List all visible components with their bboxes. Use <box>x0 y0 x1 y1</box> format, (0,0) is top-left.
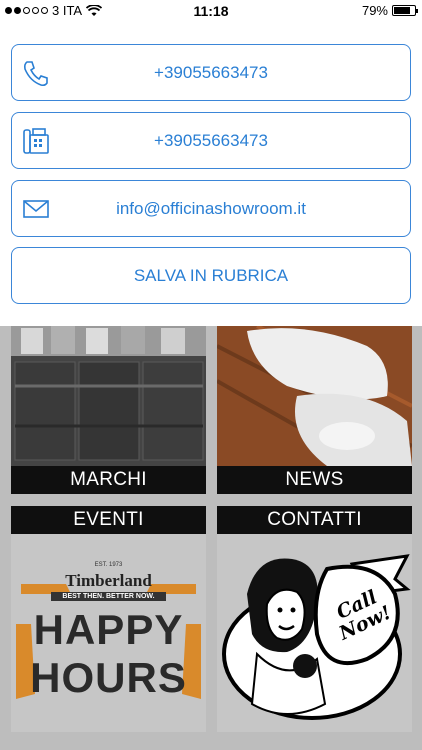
sneakers-photo <box>217 326 412 466</box>
retro-woman-phone <box>222 554 411 720</box>
phone-number: +39055663473 <box>154 62 268 82</box>
phone-button[interactable]: +39055663473 <box>11 44 411 101</box>
timberland-est: EST. 1973 <box>94 562 123 568</box>
trunks-photo <box>11 326 206 466</box>
save-label: SALVA IN RUBRICA <box>133 265 289 285</box>
save-to-contacts-button[interactable]: SALVA IN RUBRICA <box>11 247 411 304</box>
battery-percent: 79% <box>361 3 388 18</box>
tile-label-marchi: MARCHI <box>11 466 206 494</box>
battery-status: 79% <box>361 3 418 18</box>
phone-icon <box>21 58 51 88</box>
timberland-tagline: BEST THEN. BETTER NOW. <box>51 592 166 601</box>
tile-label-contatti: CONTATTI <box>217 506 412 534</box>
contact-panel: +39055663473 +39055663473 info@officinas… <box>0 22 422 326</box>
email-address: info@officinashowroom.it <box>116 198 306 218</box>
clock: 11:18 <box>193 3 229 19</box>
hours-text: HOURS <box>30 654 187 701</box>
tile-contatti[interactable]: CONTATTI Call Now! <box>217 506 412 732</box>
fax-number: +39055663473 <box>154 130 268 150</box>
happy-text: HAPPY <box>33 606 184 653</box>
timberland-brand: Timberland <box>65 571 152 590</box>
status-bar: 3 ITA 11:18 79% <box>0 0 422 22</box>
fax-icon <box>21 126 51 156</box>
email-button[interactable]: info@officinashowroom.it <box>11 180 411 237</box>
timberland-happy-hours: EST. 1973 Timberland BEST THEN. BETTER N… <box>11 534 206 732</box>
fax-button[interactable]: +39055663473 <box>11 112 411 169</box>
call-now-illustration: Call Now! <box>217 534 412 732</box>
tile-label-eventi: EVENTI <box>11 506 206 534</box>
tile-eventi[interactable]: EVENTI EST. 1973 Timberland BEST THEN. B… <box>11 506 206 732</box>
tile-marchi[interactable]: MARCHI <box>11 326 206 494</box>
battery-icon <box>392 5 418 16</box>
tile-label-news: NEWS <box>217 466 412 494</box>
tile-news[interactable]: NEWS <box>217 326 412 494</box>
envelope-icon <box>21 194 51 224</box>
